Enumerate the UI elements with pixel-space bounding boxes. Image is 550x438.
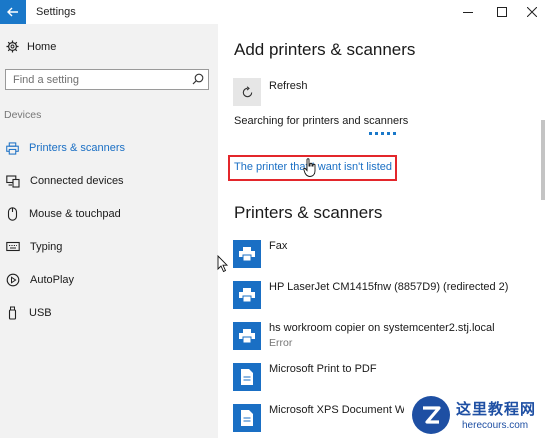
autoplay-icon — [6, 273, 20, 287]
mouse-icon — [7, 207, 18, 221]
printers-heading: Printers & scanners — [234, 203, 383, 222]
add-printers-heading: Add printers & scanners — [234, 40, 416, 59]
gear-icon — [6, 40, 19, 53]
watermark-text-cn: 这里教程网 — [456, 401, 537, 418]
printer-item[interactable]: Microsoft Print to PDF — [233, 363, 377, 391]
scrollbar-thumb[interactable] — [541, 120, 545, 200]
progress-dots — [369, 132, 396, 135]
sidebar-item-autoplay[interactable]: AutoPlay — [6, 271, 74, 289]
sidebar-item-mouse-touchpad[interactable]: Mouse & touchpad — [6, 205, 121, 223]
usb-icon — [8, 306, 17, 320]
printer-item[interactable]: Microsoft XPS Document Wri — [233, 404, 411, 432]
printer-tile-icon — [233, 322, 261, 350]
minimize-button[interactable] — [450, 0, 486, 24]
search-icon[interactable] — [192, 73, 204, 85]
sidebar-item-label: Connected devices — [30, 175, 124, 187]
printer-tile-icon — [233, 281, 261, 309]
watermark-logo-icon — [412, 396, 450, 434]
refresh-icon — [242, 85, 252, 97]
maximize-icon — [497, 7, 507, 17]
sidebar-item-usb[interactable]: USB — [6, 304, 52, 322]
document-printer-icon — [233, 363, 261, 391]
refresh-button[interactable] — [233, 78, 261, 106]
sidebar-item-label: Typing — [30, 241, 63, 253]
main-content: Add printers & scanners Refresh Searchin… — [218, 24, 550, 438]
watermark: 这里教程网 herecours.com — [404, 393, 550, 438]
printer-name: Microsoft Print to PDF — [269, 363, 377, 375]
close-button[interactable] — [514, 0, 550, 24]
home-link[interactable]: Home — [6, 40, 56, 53]
printer-name: HP LaserJet CM1415fnw (8857D9) (redirect… — [269, 281, 509, 293]
printer-item[interactable]: hs workroom copier on systemcenter2.stj.… — [233, 322, 495, 350]
sidebar-item-typing[interactable]: Typing — [6, 238, 62, 256]
sidebar: Home Devices Printers & scanners Connect… — [0, 24, 218, 438]
title-bar: Settings — [0, 0, 550, 24]
arrow-cursor-icon — [217, 255, 229, 273]
printer-name: hs workroom copier on systemcenter2.stj.… — [269, 322, 495, 334]
sidebar-item-label: Printers & scanners — [29, 142, 125, 154]
printer-icon — [6, 141, 19, 155]
searching-status: Searching for printers and scanners — [234, 115, 409, 127]
home-label: Home — [27, 40, 57, 53]
minimize-icon — [463, 12, 473, 13]
back-arrow-icon — [7, 7, 18, 17]
printer-item[interactable]: Fax — [233, 240, 287, 268]
watermark-text-en: herecours.com — [462, 420, 529, 431]
window-title: Settings — [36, 6, 76, 18]
sidebar-item-label: Mouse & touchpad — [29, 208, 121, 220]
hand-cursor-icon — [303, 158, 316, 177]
sidebar-item-label: USB — [29, 307, 52, 319]
printer-tile-icon — [233, 240, 261, 268]
document-printer-icon — [233, 404, 261, 432]
sidebar-item-connected-devices[interactable]: Connected devices — [6, 172, 124, 190]
keyboard-icon — [6, 241, 20, 252]
printer-item[interactable]: HP LaserJet CM1415fnw (8857D9) (redirect… — [233, 281, 508, 309]
refresh-label[interactable]: Refresh — [269, 80, 308, 92]
sidebar-item-printers-scanners[interactable]: Printers & scanners — [6, 139, 125, 157]
back-button[interactable] — [0, 0, 26, 24]
search-input[interactable] — [6, 70, 193, 89]
sidebar-item-label: AutoPlay — [30, 274, 75, 286]
printer-name: Microsoft XPS Document Wri — [269, 404, 412, 416]
connected-devices-icon — [6, 174, 20, 188]
printer-status: Error — [269, 337, 293, 349]
close-icon — [527, 7, 537, 17]
devices-section-label: Devices — [4, 109, 42, 121]
search-box[interactable] — [5, 69, 209, 90]
printer-name: Fax — [269, 240, 288, 252]
